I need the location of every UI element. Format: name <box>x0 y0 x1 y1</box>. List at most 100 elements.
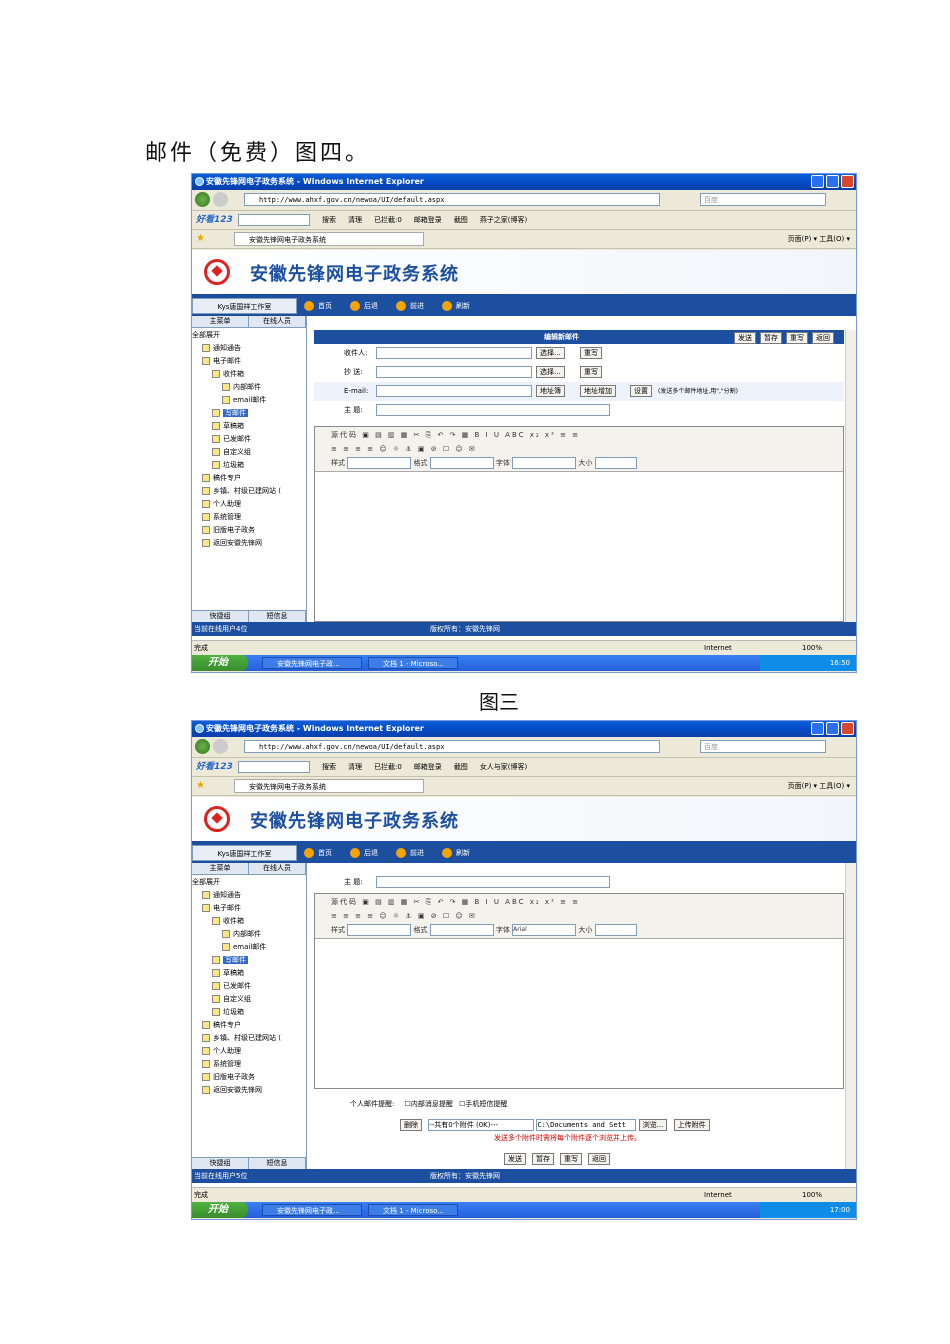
toolbar-item[interactable]: 已拦截:0 <box>374 211 402 229</box>
rich-text-editor[interactable]: 源代码 ▣ ▤ ▥ ▦ ✂ ⎘ ↶ ↷ ▦ B I U ABC x₂ x² ≡ … <box>314 426 844 622</box>
cc-input[interactable] <box>376 366 532 378</box>
size-select[interactable] <box>594 457 637 469</box>
side-tab[interactable]: 在线人员 <box>249 863 306 874</box>
subject-input[interactable] <box>376 876 610 888</box>
toolbar-item[interactable]: 清理 <box>348 758 362 776</box>
nav-link[interactable]: 刷新 <box>442 296 470 316</box>
tree-item[interactable]: 草稿箱 <box>192 967 306 980</box>
nav-link[interactable]: 后退 <box>350 296 378 316</box>
toolbar-item[interactable]: 燕子之家(博客) <box>480 211 527 229</box>
nav-link[interactable]: 首页 <box>304 296 332 316</box>
toolbar-item[interactable]: 搜索 <box>322 211 336 229</box>
tree-item[interactable]: 个人助理 <box>192 1045 306 1058</box>
email-input[interactable] <box>376 385 532 397</box>
vertical-scrollbar[interactable] <box>845 330 856 622</box>
attachment-select[interactable]: --共有0个附件 (0K)--- <box>428 1119 535 1131</box>
tree-item[interactable]: 旧版电子政务 <box>192 1071 306 1084</box>
upload-button[interactable]: 上传附件 <box>673 1119 710 1131</box>
tree-item[interactable]: 全部展开 <box>192 329 306 342</box>
browser-tab[interactable]: 安徽先锋网电子政务系统 <box>234 232 424 246</box>
nav-link[interactable]: 首页 <box>304 843 332 863</box>
side-bottom-tab[interactable]: 快捷组 <box>192 611 249 622</box>
task-word[interactable]: 文档 1 - Microso... <box>368 1204 458 1216</box>
minimize-button[interactable] <box>811 175 824 188</box>
url-input[interactable]: http://www.ahxf.gov.cn/newoa/UI/default.… <box>244 740 660 753</box>
start-button[interactable]: 开始 <box>192 655 248 671</box>
cc-reset-button[interactable]: 重写 <box>580 366 602 378</box>
zoom-level[interactable]: 100% <box>802 1188 822 1202</box>
tree-item[interactable]: 旧版电子政务 <box>192 524 306 537</box>
tree-item[interactable]: 通知通告 <box>192 342 306 355</box>
task-word[interactable]: 文档 1 - Microso... <box>368 657 458 669</box>
tree-item[interactable]: 已发邮件 <box>192 433 306 446</box>
task-ie[interactable]: 安徽先锋网电子政... <box>262 657 362 669</box>
rich-text-editor[interactable]: 源代码 ▣ ▤ ▥ ▦ ✂ ⎘ ↶ ↷ ▦ B I U ABC x₂ x² ≡ … <box>314 893 844 1089</box>
to-select-button[interactable]: 选择... <box>536 347 565 359</box>
to-reset-button[interactable]: 重写 <box>580 347 602 359</box>
tree-item[interactable]: email邮件 <box>192 941 306 954</box>
to-input[interactable] <box>376 347 532 359</box>
toolbar-item[interactable]: 邮箱登录 <box>414 758 442 776</box>
back-icon[interactable] <box>195 192 210 207</box>
tree-item[interactable]: 乡镇、村级已建网站 ( <box>192 485 306 498</box>
format-select[interactable] <box>429 457 494 469</box>
tree-item[interactable]: 全部展开 <box>192 876 306 889</box>
toolbar-combo[interactable] <box>238 214 310 226</box>
command-bar[interactable]: 页面(P) ▾ 工具(O) ▾ <box>788 230 850 248</box>
maximize-button[interactable] <box>826 175 839 188</box>
compose-action-button[interactable]: 返回 <box>588 1153 610 1165</box>
tree-item[interactable]: 系统管理 <box>192 1058 306 1071</box>
side-bottom-tab[interactable]: 短信息 <box>249 1158 306 1169</box>
toolbar-item[interactable]: 清理 <box>348 211 362 229</box>
toolbar-combo[interactable] <box>238 761 310 773</box>
tree-item[interactable]: 收件箱 <box>192 915 306 928</box>
tree-item[interactable]: 系统管理 <box>192 511 306 524</box>
toolbar-item[interactable]: 已拦截:0 <box>374 758 402 776</box>
file-path-input[interactable]: C:\Documents and Sett <box>536 1119 637 1131</box>
side-bottom-tab[interactable]: 短信息 <box>249 611 306 622</box>
toolbar-item[interactable]: 邮箱登录 <box>414 211 442 229</box>
forward-icon[interactable] <box>213 739 228 754</box>
tree-item[interactable]: 内部邮件 <box>192 381 306 394</box>
compose-action-button[interactable]: 发送 <box>734 332 756 344</box>
addrbook-button[interactable]: 地址簿 <box>536 385 565 397</box>
source-code-button[interactable]: 源代码 <box>331 431 358 439</box>
font-select[interactable]: Arial <box>512 924 577 936</box>
tree-item[interactable]: 个人助理 <box>192 498 306 511</box>
tree-item[interactable]: 电子邮件 <box>192 355 306 368</box>
cc-select-button[interactable]: 选择... <box>536 366 565 378</box>
tree-item[interactable]: email邮件 <box>192 394 306 407</box>
tree-item[interactable]: 返回安徽先锋网 <box>192 537 306 550</box>
tree-item[interactable]: 自定义组 <box>192 446 306 459</box>
nav-link[interactable]: 后退 <box>350 843 378 863</box>
start-button[interactable]: 开始 <box>192 1202 248 1218</box>
tree-item[interactable]: 收件箱 <box>192 368 306 381</box>
compose-action-button[interactable]: 暂存 <box>532 1153 554 1165</box>
style-select[interactable] <box>347 457 412 469</box>
compose-action-button[interactable]: 重写 <box>560 1153 582 1165</box>
tree-item[interactable]: 电子邮件 <box>192 902 306 915</box>
close-button[interactable] <box>841 175 854 188</box>
toolbar-item[interactable]: 女人与家(博客) <box>480 758 527 776</box>
toolbar-item[interactable]: 搜索 <box>322 758 336 776</box>
search-input[interactable]: 百度 <box>700 193 826 206</box>
settings-button[interactable]: 设置 <box>630 385 652 397</box>
minimize-button[interactable] <box>811 722 824 735</box>
tree-item[interactable]: 内部邮件 <box>192 928 306 941</box>
back-icon[interactable] <box>195 739 210 754</box>
forward-icon[interactable] <box>213 192 228 207</box>
subject-input[interactable] <box>376 404 610 416</box>
favorites-star-icon[interactable]: ★ <box>196 230 205 248</box>
size-select[interactable] <box>594 924 637 936</box>
tree-item[interactable]: 写邮件 <box>192 407 306 420</box>
compose-action-button[interactable]: 发送 <box>504 1153 526 1165</box>
add-address-button[interactable]: 地址增加 <box>580 385 616 397</box>
tree-item[interactable]: 垃圾箱 <box>192 1006 306 1019</box>
close-button[interactable] <box>841 722 854 735</box>
compose-action-button[interactable]: 返回 <box>812 332 834 344</box>
delete-attachment-button[interactable]: 删除 <box>400 1119 422 1131</box>
tree-item[interactable]: 草稿箱 <box>192 420 306 433</box>
side-tab[interactable]: 主菜单 <box>192 863 249 874</box>
search-input[interactable]: 百度 <box>700 740 826 753</box>
side-tab[interactable]: 主菜单 <box>192 316 249 327</box>
